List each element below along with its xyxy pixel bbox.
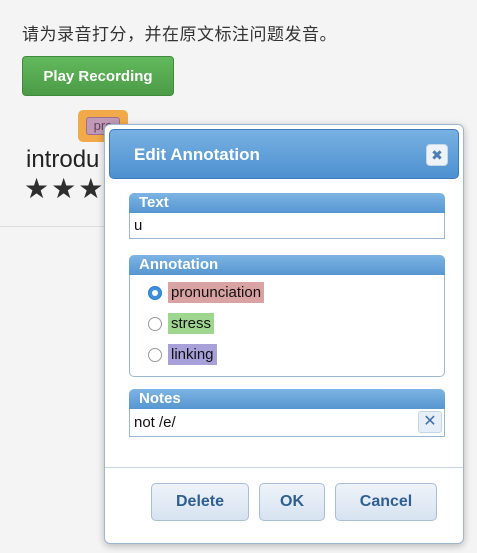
close-icon[interactable]: ✖: [426, 144, 448, 166]
annotation-option-stress[interactable]: stress: [148, 313, 215, 334]
annotation-section-header: Annotation: [129, 255, 445, 275]
radio-selected-icon[interactable]: [148, 285, 162, 300]
clear-icon[interactable]: ✕: [418, 411, 442, 433]
edit-annotation-dialog: Edit Annotation ✖ Text u Annotation pron…: [104, 124, 464, 544]
annotation-options: pronunciation stress linking: [129, 275, 445, 377]
radio-icon[interactable]: [148, 316, 162, 331]
dialog-footer-divider: [105, 467, 463, 468]
pronunciation-label: pronunciation: [168, 282, 265, 303]
notes-value: not /e/: [134, 414, 176, 431]
text-section-header: Text: [129, 193, 445, 213]
notes-section-header: Notes: [129, 389, 445, 409]
divider: [0, 226, 110, 227]
linking-label: linking: [168, 344, 217, 365]
stress-label: stress: [168, 313, 215, 334]
rating-stars[interactable]: ★ ★ ★: [24, 174, 103, 204]
dialog-title: Edit Annotation: [134, 145, 260, 164]
star-icon[interactable]: ★: [51, 174, 76, 204]
ok-button[interactable]: OK: [259, 483, 325, 521]
notes-input[interactable]: not /e/ ✕: [129, 409, 445, 437]
cancel-button[interactable]: Cancel: [335, 483, 437, 521]
play-recording-button[interactable]: Play Recording: [22, 56, 174, 96]
delete-button[interactable]: Delete: [151, 483, 249, 521]
star-icon[interactable]: ★: [24, 174, 49, 204]
dialog-title-bar[interactable]: Edit Annotation ✖: [109, 129, 459, 179]
star-icon[interactable]: ★: [78, 174, 103, 204]
instruction-text: 请为录音打分，并在原文标注问题发音。: [22, 25, 337, 45]
radio-icon[interactable]: [148, 347, 162, 362]
text-input[interactable]: u: [129, 213, 445, 239]
annotation-option-pronunciation[interactable]: pronunciation: [148, 282, 265, 303]
transcript-word[interactable]: introdu: [26, 146, 99, 174]
annotation-option-linking[interactable]: linking: [148, 344, 217, 365]
